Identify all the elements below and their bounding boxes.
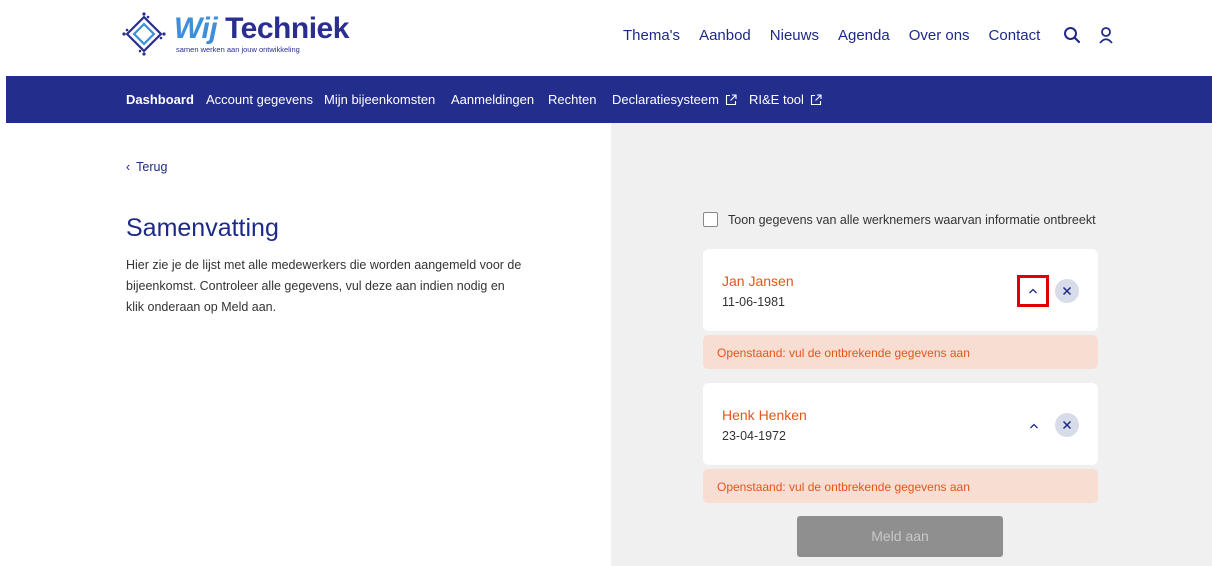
employee-card: Henk Henken 23-04-1972 — [703, 383, 1098, 465]
external-link-icon — [810, 94, 822, 106]
back-link-label: Terug — [136, 160, 168, 174]
status-message: Openstaand: vul de ontbrekende gegevens … — [703, 469, 1098, 503]
employee-birthdate: 11-06-1981 — [722, 295, 786, 309]
main-navigation: Thema's Aanbod Nieuws Agenda Over ons Co… — [623, 26, 1127, 44]
brand-tagline: samen werken aan jouw ontwikkeling — [176, 44, 300, 54]
account-navigation: Dashboard Account gegevens Mijn bijeenko… — [6, 76, 1212, 123]
logo[interactable]: Wij Techniek samen werken aan jouw ontwi… — [118, 8, 349, 60]
summary-panel — [0, 123, 611, 566]
employee-card: Jan Jansen 11-06-1981 — [703, 249, 1098, 331]
missing-info-checkbox[interactable] — [703, 212, 718, 227]
site-header: Wij Techniek samen werken aan jouw ontwi… — [0, 0, 1212, 76]
subnav-dashboard[interactable]: Dashboard — [126, 92, 194, 107]
missing-info-filter[interactable]: Toon gegevens van alle werknemers waarva… — [703, 212, 1096, 227]
collapse-button[interactable] — [1017, 275, 1049, 307]
close-icon — [1062, 420, 1072, 430]
logo-mark-icon — [122, 12, 166, 56]
submit-button[interactable]: Meld aan — [797, 516, 1003, 557]
page-description: Hier zie je de lijst met alle medewerker… — [126, 258, 522, 314]
remove-employee-button[interactable] — [1055, 413, 1079, 437]
subnav-rie-tool-label: RI&E tool — [749, 92, 804, 107]
nav-over-ons[interactable]: Over ons — [909, 27, 970, 44]
subnav-mijn-bijeenkomsten[interactable]: Mijn bijeenkomsten — [324, 92, 435, 107]
subnav-declaratiesysteem[interactable]: Declaratiesysteem — [612, 92, 737, 107]
subnav-rechten[interactable]: Rechten — [548, 92, 596, 107]
page-title: Samenvatting — [126, 214, 279, 242]
employee-birthdate: 23-04-1972 — [722, 429, 786, 443]
brand-name-part1: Wij — [174, 11, 218, 45]
nav-agenda[interactable]: Agenda — [838, 27, 890, 44]
nav-aanbod[interactable]: Aanbod — [699, 27, 751, 44]
external-link-icon — [725, 94, 737, 106]
remove-employee-button[interactable] — [1055, 279, 1079, 303]
employee-name: Jan Jansen — [722, 273, 794, 289]
back-link[interactable]: ‹ Terug — [126, 160, 167, 174]
missing-info-checkbox-label: Toon gegevens van alle werknemers waarva… — [728, 212, 1096, 227]
subnav-rie-tool[interactable]: RI&E tool — [749, 92, 822, 107]
nav-nieuws[interactable]: Nieuws — [770, 27, 819, 44]
search-icon[interactable] — [1063, 26, 1081, 44]
chevron-up-icon — [1029, 288, 1037, 294]
subnav-declaratiesysteem-label: Declaratiesysteem — [612, 92, 719, 107]
chevron-left-icon: ‹ — [126, 160, 131, 174]
collapse-button[interactable] — [1021, 413, 1047, 439]
employee-name: Henk Henken — [722, 407, 807, 423]
nav-contact[interactable]: Contact — [989, 27, 1041, 44]
close-icon — [1062, 286, 1072, 296]
subnav-account-gegevens[interactable]: Account gegevens — [206, 92, 313, 107]
status-message: Openstaand: vul de ontbrekende gegevens … — [703, 335, 1098, 369]
chevron-up-icon — [1030, 423, 1038, 429]
user-icon[interactable] — [1097, 26, 1115, 44]
brand-name: Wij Techniek — [174, 11, 349, 45]
brand-name-part2: Techniek — [225, 11, 349, 45]
nav-themas[interactable]: Thema's — [623, 27, 680, 44]
subnav-aanmeldingen[interactable]: Aanmeldingen — [451, 92, 534, 107]
